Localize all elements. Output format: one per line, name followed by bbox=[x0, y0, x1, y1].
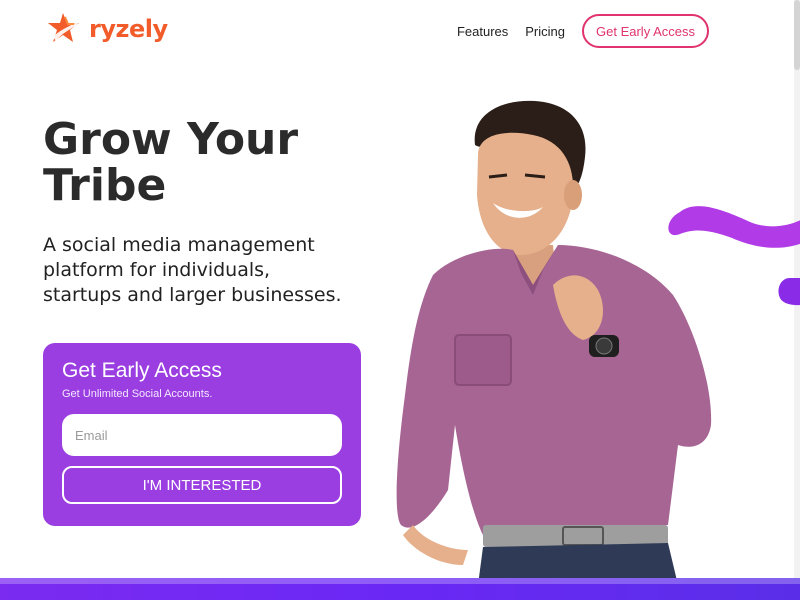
top-nav: Features Pricing Get Early Access bbox=[457, 14, 709, 48]
hero-title-line-2: Tribe bbox=[43, 160, 167, 211]
email-field[interactable] bbox=[62, 414, 342, 456]
brand-name: ryzely bbox=[89, 15, 168, 43]
signup-subtitle: Get Unlimited Social Accounts. bbox=[62, 388, 213, 400]
star-swoosh-icon bbox=[48, 13, 80, 42]
im-interested-button[interactable]: I'M INTERESTED bbox=[62, 466, 342, 504]
get-early-access-nav-button[interactable]: Get Early Access bbox=[582, 14, 709, 48]
hero-title: Grow Your Tribe bbox=[43, 117, 373, 209]
person-photo bbox=[396, 100, 712, 585]
brand-logo[interactable]: ryzely bbox=[47, 11, 168, 47]
scrollbar-thumb[interactable] bbox=[794, 0, 800, 70]
signup-title: Get Early Access bbox=[62, 359, 222, 382]
bottom-band-highlight bbox=[0, 578, 800, 584]
nav-link-features[interactable]: Features bbox=[457, 24, 508, 39]
signup-card: Get Early Access Get Unlimited Social Ac… bbox=[43, 343, 361, 526]
hero-title-line-1: Grow Your bbox=[43, 114, 299, 165]
hero-subtitle: A social media management platform for i… bbox=[43, 234, 342, 306]
nav-link-pricing[interactable]: Pricing bbox=[525, 24, 565, 39]
